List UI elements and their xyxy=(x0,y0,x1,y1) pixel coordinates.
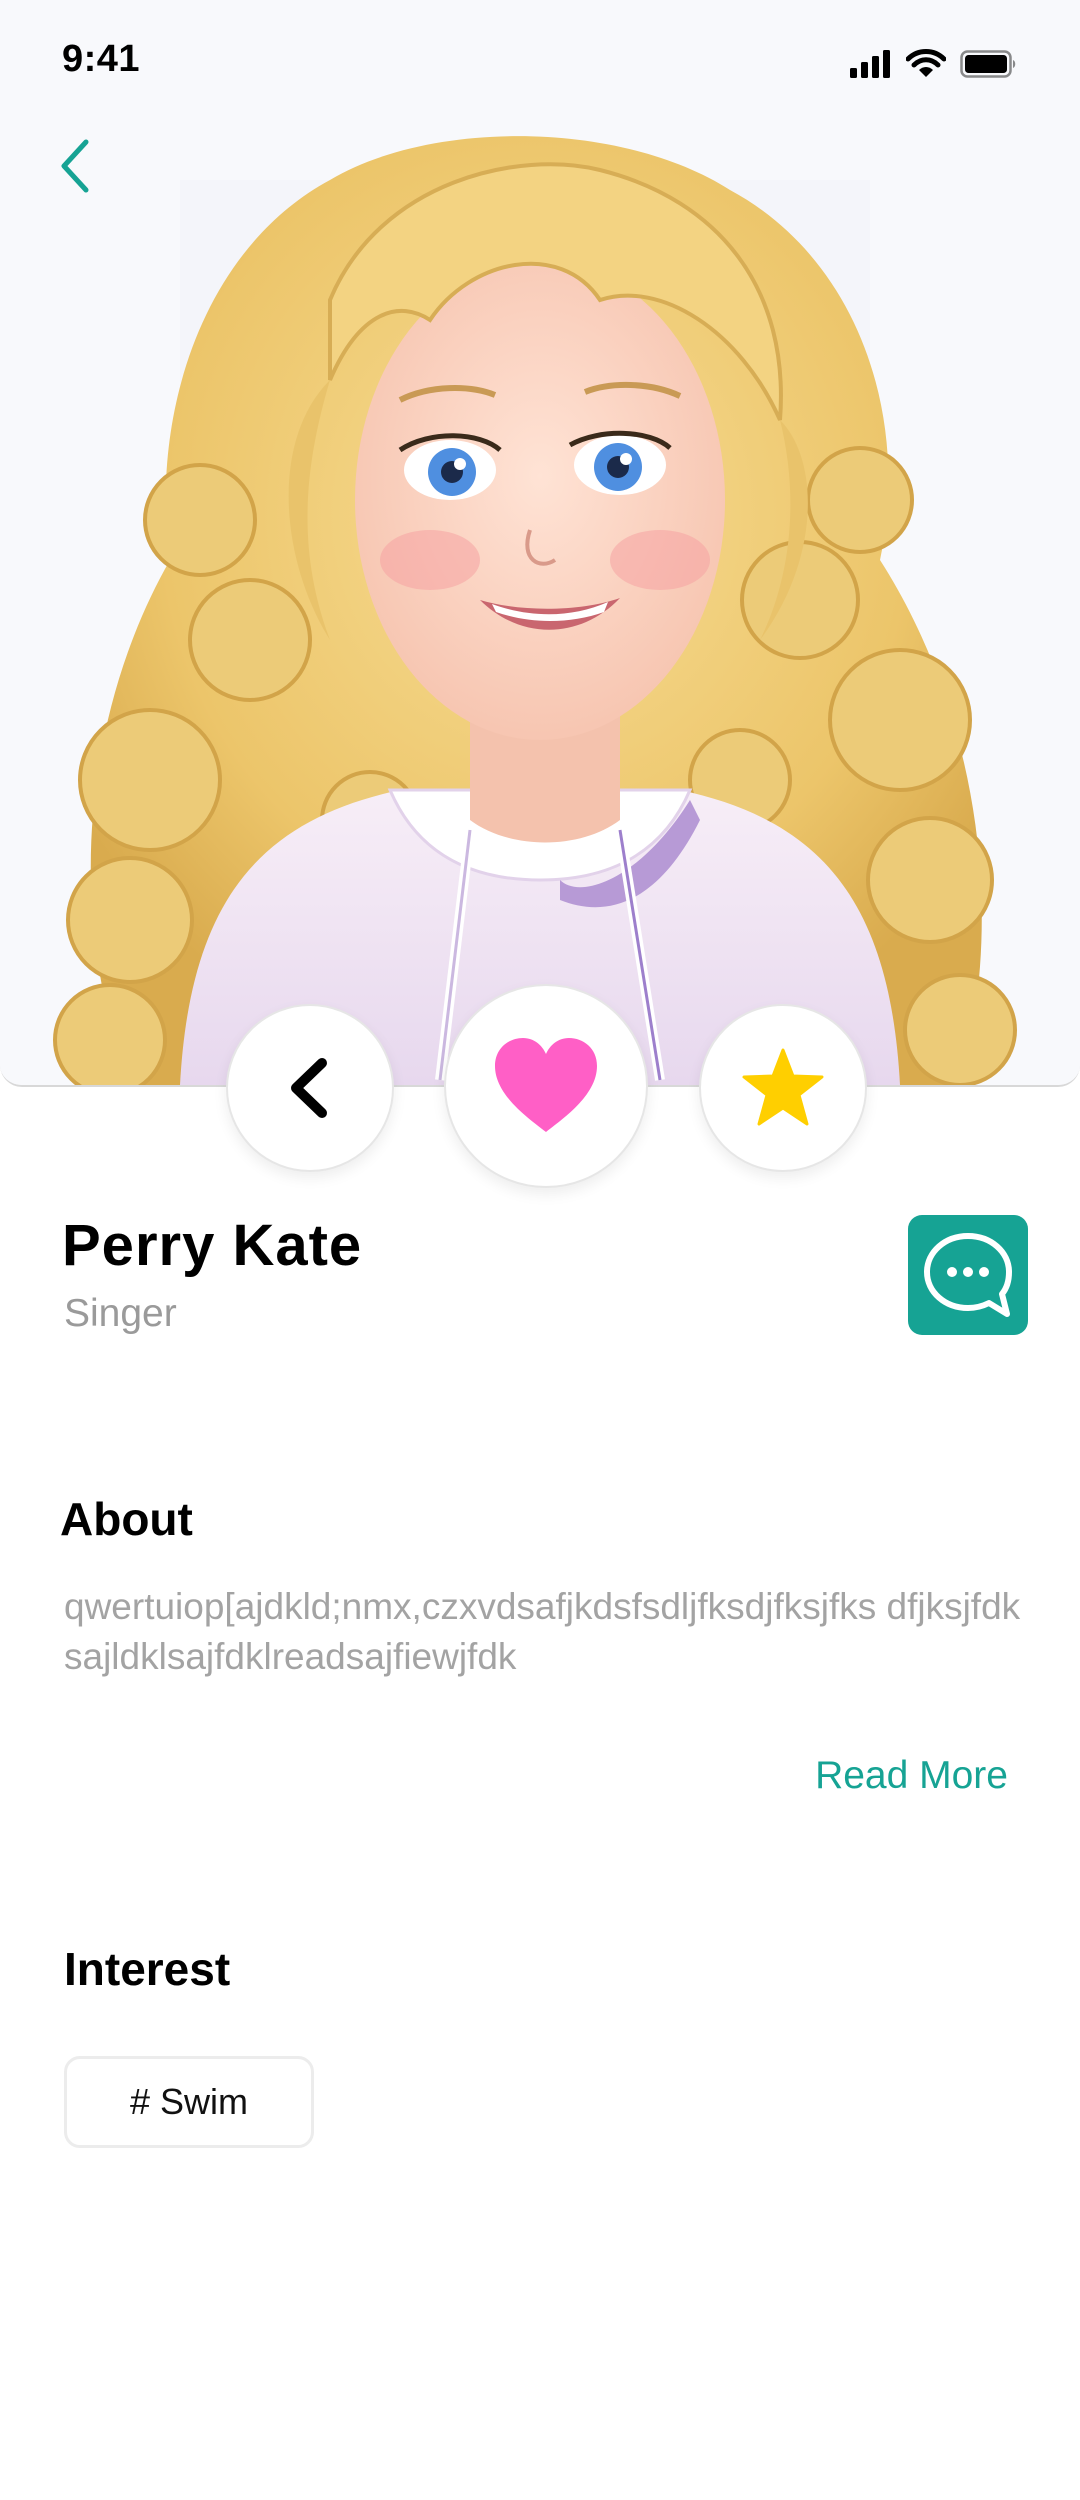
signal-icon xyxy=(850,50,890,78)
heart-icon xyxy=(495,1038,597,1132)
wifi-icon xyxy=(906,49,946,77)
undo-chevron-icon xyxy=(291,1058,327,1118)
about-text: qwertuiop[ajdkld;nmx,czxvdsafjkdsfsdljfk… xyxy=(64,1586,1021,1677)
star-icon xyxy=(742,1048,824,1126)
undo-button[interactable] xyxy=(226,1004,394,1172)
interest-title: Interest xyxy=(64,1943,231,1995)
battery-icon xyxy=(960,50,1016,78)
super-like-button[interactable] xyxy=(699,1004,867,1172)
status-icons xyxy=(850,46,1018,82)
chevron-left-icon xyxy=(61,139,89,193)
profile-name: Perry Kate xyxy=(62,1213,363,1278)
status-time: 9:41 xyxy=(62,38,141,80)
read-more-link[interactable]: Read More xyxy=(815,1754,1008,1798)
profile-photo xyxy=(0,0,1080,1087)
interest-tag[interactable]: # Swim xyxy=(64,2056,314,2148)
profile-photo-illustration xyxy=(0,0,1080,1085)
chat-button[interactable] xyxy=(908,1215,1028,1335)
about-title: About xyxy=(60,1493,193,1545)
like-button[interactable] xyxy=(444,984,648,1188)
back-button[interactable] xyxy=(56,136,96,196)
status-bar: 9:41 xyxy=(0,0,1080,130)
chat-bubble-icon xyxy=(924,1233,1012,1317)
profile-job: Singer xyxy=(64,1292,177,1335)
